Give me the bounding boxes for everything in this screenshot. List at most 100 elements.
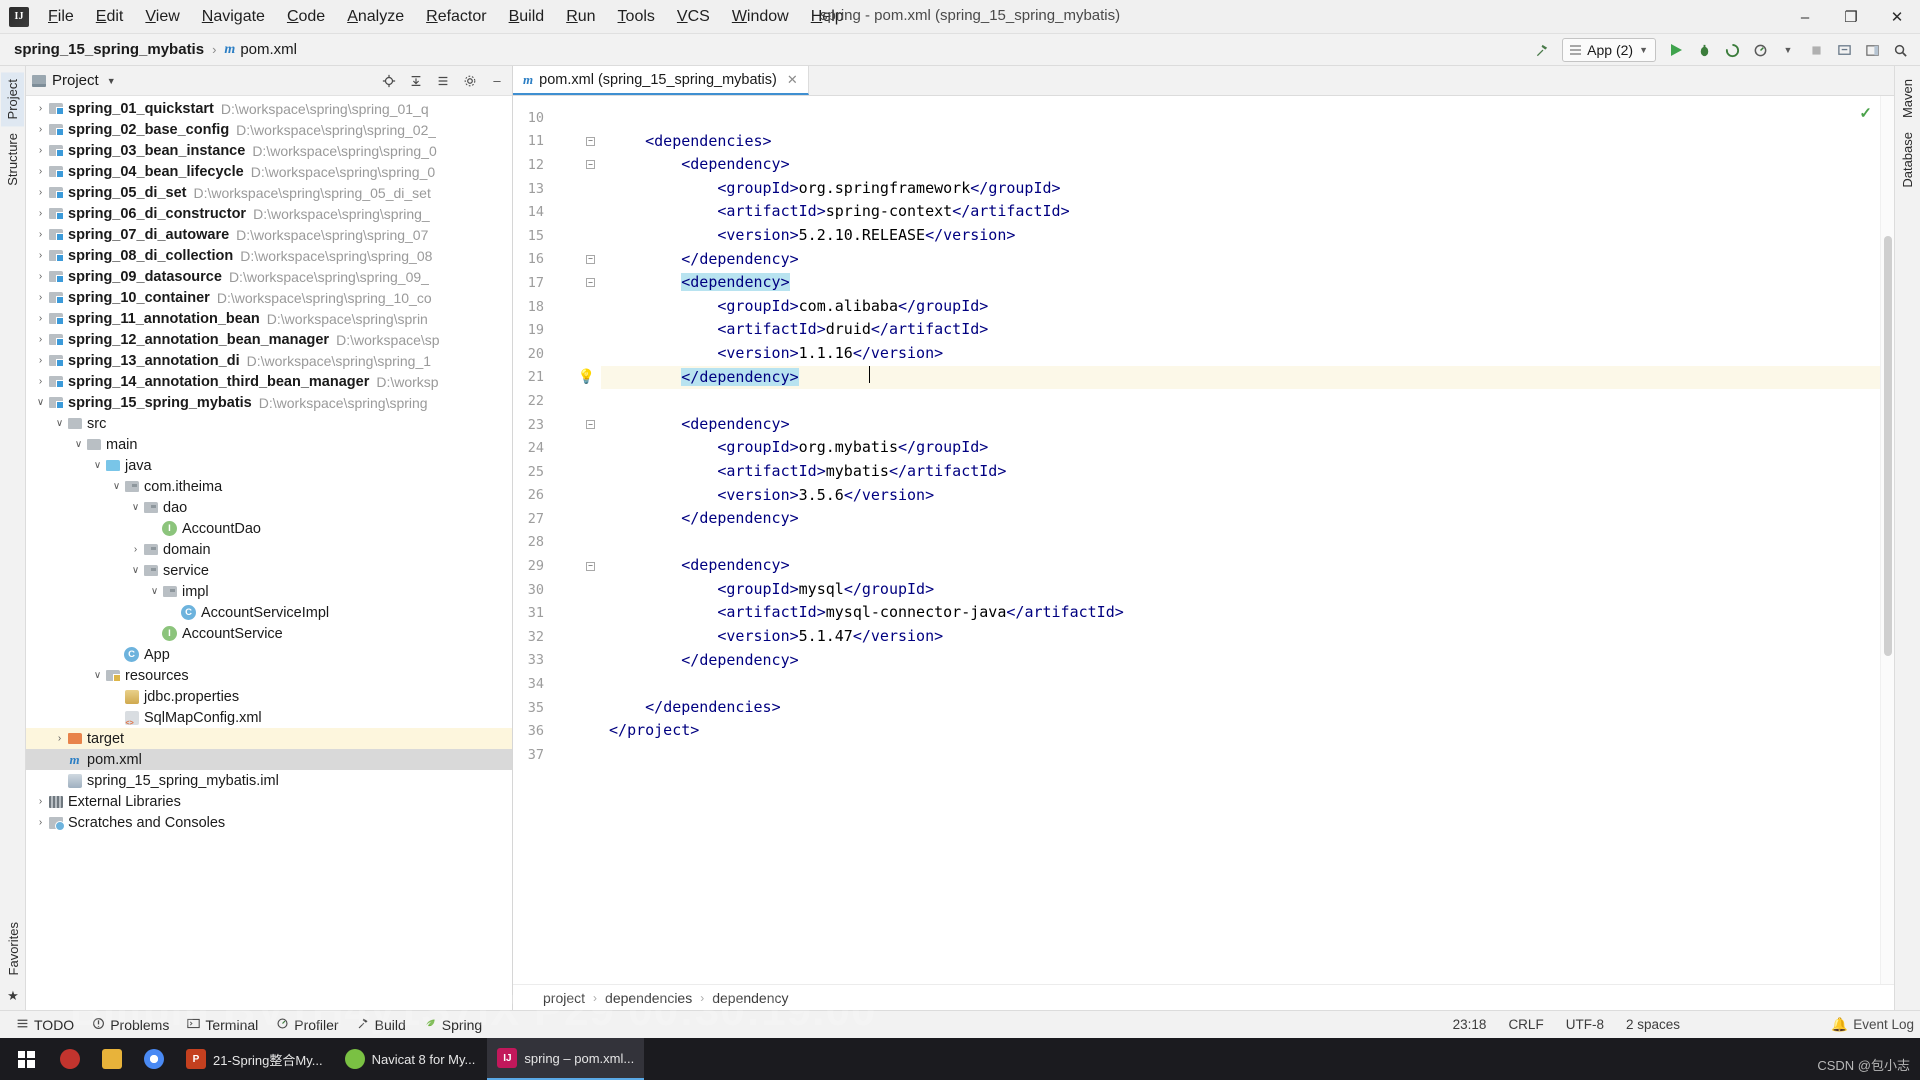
chevron-right-icon[interactable]: › [110,691,123,702]
menu-item-analyze[interactable]: Analyze [336,4,415,30]
gutter-marker[interactable] [557,106,601,130]
sidebar-item-database[interactable]: Database [1896,125,1919,195]
intention-bulb-icon[interactable]: 💡 [578,369,595,385]
gutter-marker[interactable] [557,484,601,508]
tree-node-spring-08-di-collection[interactable]: › spring_08_di_collection D:\workspace\spr… [26,245,512,266]
code-line[interactable] [601,389,1894,413]
profiler-button[interactable] [1748,38,1772,62]
sidebar-item-favorites[interactable]: Favorites [2,915,25,982]
sidebar-item-maven[interactable]: Maven [1896,72,1919,125]
code-line[interactable]: <groupId>com.alibaba</groupId> [601,295,1894,319]
code-line[interactable]: <groupId>mysql</groupId> [601,578,1894,602]
chevron-right-icon[interactable]: › [34,271,47,282]
chevron-right-icon[interactable]: › [110,649,123,660]
tree-node-domain[interactable]: › domain [26,539,512,560]
chevron-right-icon[interactable]: › [53,775,66,786]
debug-button[interactable] [1692,38,1716,62]
gear-icon[interactable] [461,72,479,90]
fold-toggle-icon[interactable]: − [586,160,595,170]
gutter-marker[interactable] [557,224,601,248]
bottom-tab-spring[interactable]: Spring [416,1014,490,1036]
gutter-marker[interactable] [557,177,601,201]
chevron-right-icon[interactable]: › [34,817,47,828]
code-line[interactable]: <groupId>org.mybatis</groupId> [601,436,1894,460]
chevron-down-icon[interactable]: ∨ [34,397,47,408]
code-line[interactable]: <dependency> [601,271,1894,295]
gutter-marker[interactable] [557,719,601,743]
bottom-tab-build[interactable]: Build [349,1014,414,1036]
tab-pom-xml[interactable]: m pom.xml (spring_15_spring_mybatis) ✕ [513,66,809,95]
hide-panel-icon[interactable]: – [488,72,506,90]
star-icon[interactable]: ★ [7,988,19,1004]
run-configuration-selector[interactable]: App (2) ▼ [1562,38,1656,62]
run-button[interactable] [1664,38,1688,62]
file-encoding[interactable]: UTF-8 [1566,1017,1604,1032]
run-with-coverage-button[interactable] [1720,38,1744,62]
code-line[interactable]: <version>5.2.10.RELEASE</version> [601,224,1894,248]
gutter-marker[interactable] [557,200,601,224]
tree-node-scratches-and-consoles[interactable]: › Scratches and Consoles [26,812,512,833]
editor-breadcrumb-dependency[interactable]: dependency [712,990,788,1006]
tree-node-spring-02-base-config[interactable]: › spring_02_base_config D:\workspace\sprin… [26,119,512,140]
chevron-right-icon[interactable]: › [34,208,47,219]
menu-item-navigate[interactable]: Navigate [191,4,276,30]
code-line[interactable]: <artifactId>mysql-connector-java</artifa… [601,601,1894,625]
close-icon[interactable]: ✕ [787,72,798,88]
tree-node-external-libraries[interactable]: › External Libraries [26,791,512,812]
code-line[interactable]: <artifactId>spring-context</artifactId> [601,200,1894,224]
maximize-button[interactable]: ❐ [1828,0,1874,34]
menu-item-run[interactable]: Run [555,4,606,30]
indent-setting[interactable]: 2 spaces [1626,1017,1680,1032]
menu-item-tools[interactable]: Tools [607,4,666,30]
windows-start-button[interactable] [4,1038,48,1080]
stop-button[interactable] [1804,38,1828,62]
layout-icon[interactable] [1860,38,1884,62]
code-line[interactable]: <groupId>org.springframework</groupId> [601,177,1894,201]
taskbar-item-powerpoint[interactable]: P 21-Spring整合My... [176,1038,333,1080]
chevron-right-icon[interactable]: › [34,355,47,366]
code-line[interactable]: <artifactId>mybatis</artifactId> [601,460,1894,484]
editor-breadcrumb-project[interactable]: project [543,990,585,1006]
tree-node-accountdao[interactable]: ›I AccountDao [26,518,512,539]
gutter-marker[interactable] [557,649,601,673]
taskbar-item-navicat[interactable]: Navicat 8 for My... [335,1038,486,1080]
tree-node-spring-15-spring-mybatis[interactable]: ∨ spring_15_spring_mybatis D:\workspace\sp… [26,392,512,413]
tree-node-src[interactable]: ∨ src [26,413,512,434]
tree-node-accountservice[interactable]: ›I AccountService [26,623,512,644]
expand-all-icon[interactable] [407,72,425,90]
bottom-tab-profiler[interactable]: Profiler [268,1014,346,1036]
tree-node-com-itheima[interactable]: ∨ com.itheima [26,476,512,497]
gutter-marker[interactable] [557,531,601,555]
chevron-down-icon-run[interactable]: ▼ [1776,38,1800,62]
gutter-marker[interactable]: − [557,153,601,177]
chevron-right-icon[interactable]: › [34,334,47,345]
chevron-right-icon[interactable]: › [53,754,66,765]
menu-item-view[interactable]: View [134,4,190,30]
chevron-right-icon[interactable]: › [53,733,66,744]
chevron-right-icon[interactable]: › [148,628,161,639]
code-line[interactable]: <dependency> [601,554,1894,578]
chevron-down-icon[interactable]: ▼ [107,76,116,86]
tree-node-app[interactable]: ›C App [26,644,512,665]
tree-node-pom-xml[interactable]: ›m pom.xml [26,749,512,770]
tree-node-spring-03-bean-instance[interactable]: › spring_03_bean_instance D:\workspace\spr… [26,140,512,161]
menu-item-vcs[interactable]: VCS [666,4,721,30]
gutter-icons[interactable]: − − − − 💡 − − [557,96,601,984]
tree-node-service[interactable]: ∨ service [26,560,512,581]
chevron-right-icon[interactable]: › [34,376,47,387]
chevron-right-icon[interactable]: › [34,187,47,198]
breadcrumb-file[interactable]: pom.xml [240,41,297,58]
tree-node-spring-15-spring-mybatis-iml[interactable]: › spring_15_spring_mybatis.iml [26,770,512,791]
tree-node-dao[interactable]: ∨ dao [26,497,512,518]
code-line[interactable]: </dependency> [601,507,1894,531]
code-line[interactable]: </dependencies> [601,696,1894,720]
code-line[interactable]: </dependency> [601,649,1894,673]
tree-node-spring-11-annotation-bean[interactable]: › spring_11_annotation_bean D:\workspace\s… [26,308,512,329]
caret-position[interactable]: 23:18 [1453,1017,1487,1032]
code-line[interactable] [601,672,1894,696]
tree-node-spring-09-datasource[interactable]: › spring_09_datasource D:\workspace\spring… [26,266,512,287]
code-line[interactable]: <artifactId>druid</artifactId> [601,318,1894,342]
code-line[interactable]: <dependency> [601,153,1894,177]
tree-node-spring-06-di-constructor[interactable]: › spring_06_di_constructor D:\workspace\sp… [26,203,512,224]
gutter-marker[interactable] [557,318,601,342]
